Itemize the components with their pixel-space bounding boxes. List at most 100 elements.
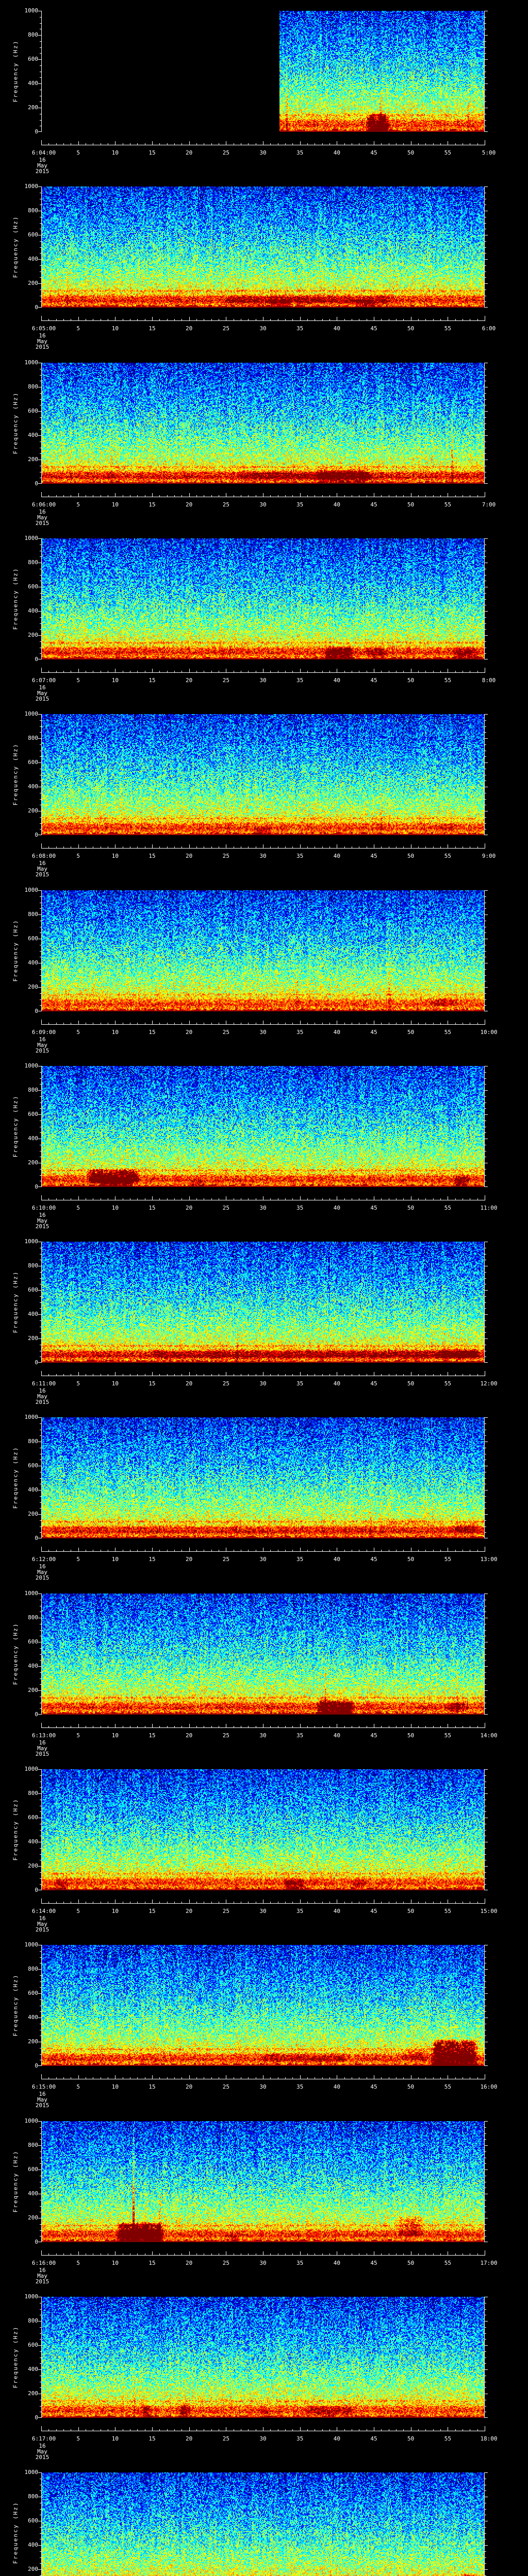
x-tick-mark xyxy=(307,1198,308,1200)
x-tick-mark xyxy=(292,1902,293,1903)
y-tick-mark xyxy=(40,896,41,897)
x-tick-mark xyxy=(440,1550,441,1551)
x-tick-mark xyxy=(455,319,456,320)
x-tick-mark xyxy=(270,1550,271,1551)
y-tick-mark xyxy=(40,1854,41,1855)
y-tick-mark xyxy=(38,283,41,284)
y-tick-mark xyxy=(485,120,486,121)
x-tick-mark xyxy=(63,1374,64,1376)
y-tick-mark xyxy=(485,2011,486,2012)
x-tick-label: 10 xyxy=(111,325,119,332)
x-tick-mark xyxy=(248,1023,249,1024)
y-tick-mark xyxy=(485,1096,486,1097)
y-tick-mark xyxy=(40,2490,41,2491)
spectrogram-panel: Frequency (Hz) 0 200 400 600 800 1000 6:12:00… xyxy=(0,1414,528,1593)
x-tick-mark xyxy=(137,1374,138,1376)
y-tick-mark xyxy=(485,1787,486,1788)
y-tick-mark xyxy=(40,2139,41,2140)
x-tick-mark xyxy=(477,2429,478,2431)
x-tick-mark xyxy=(307,1726,308,1727)
y-tick-mark xyxy=(38,1090,41,1091)
x-tick-mark xyxy=(48,2253,49,2255)
y-tick-mark xyxy=(485,2569,488,2570)
y-tick-mark xyxy=(40,1775,41,1776)
y-tick-mark xyxy=(40,1435,41,1436)
y-tick-mark xyxy=(485,556,486,557)
y-tick-mark xyxy=(485,2309,486,2310)
x-tick-label: 50 xyxy=(407,1556,415,1563)
y-tick-mark xyxy=(485,101,486,102)
x-tick-label: 10 xyxy=(111,853,119,859)
y-tick-label: 400 xyxy=(28,2366,38,2372)
y-tick-mark xyxy=(485,307,488,308)
y-tick-mark xyxy=(40,247,41,248)
y-tick-mark xyxy=(485,2509,486,2510)
x-tick-mark xyxy=(270,319,271,320)
x-tick-mark xyxy=(48,1550,49,1551)
spectrogram-plot xyxy=(41,1417,485,1538)
x-tick-mark xyxy=(381,143,382,145)
y-tick-mark xyxy=(485,1508,486,1509)
x-tick-mark xyxy=(41,492,42,497)
x-tick-mark xyxy=(167,2429,168,2431)
y-tick-label: 600 xyxy=(28,231,38,238)
x-tick-label: 45 xyxy=(370,677,377,684)
spectrogram-stack: Frequency (Hz) 0 200 400 600 800 1000 6:04:00… xyxy=(0,0,528,2576)
spectrogram-plot xyxy=(41,363,485,484)
y-axis-title: Frequency (Hz) xyxy=(12,2326,19,2388)
x-tick-mark xyxy=(307,319,308,320)
x-tick-mark xyxy=(159,1374,160,1376)
x-tick-mark xyxy=(167,495,168,497)
x-tick-label: 30 xyxy=(259,2260,267,2266)
date-line: 2015 xyxy=(35,1574,50,1581)
x-tick-label: 45 xyxy=(370,149,377,156)
spectrogram-panel: Frequency (Hz) 0 200 400 600 800 1000 6:17:00… xyxy=(0,2294,528,2472)
x-tick-mark xyxy=(300,2075,301,2079)
y-tick-mark xyxy=(485,77,486,78)
x-tick-mark xyxy=(41,1723,42,1727)
x-tick-label: 5 xyxy=(76,677,80,684)
y-tick-mark xyxy=(485,2139,486,2140)
x-tick-mark xyxy=(56,2253,57,2255)
x-tick-mark xyxy=(455,1023,456,1024)
y-tick-mark xyxy=(40,1296,41,1297)
x-tick-label: 55 xyxy=(444,1029,451,1036)
x-tick-mark xyxy=(159,2429,160,2431)
y-tick-label: 600 xyxy=(28,1286,38,1293)
x-tick-mark xyxy=(285,2253,286,2255)
x-tick-label: 45 xyxy=(370,1029,377,1036)
y-tick-mark xyxy=(485,1848,486,1849)
x-tick-mark xyxy=(48,846,49,848)
x-tick-mark xyxy=(300,1724,301,1727)
x-tick-mark xyxy=(418,319,419,320)
y-tick-mark xyxy=(485,823,486,824)
x-tick-mark xyxy=(78,317,79,320)
y-tick-label: 800 xyxy=(28,1614,38,1621)
x-tick-mark xyxy=(196,846,197,848)
x-tick-mark xyxy=(196,1726,197,1727)
x-tick-mark xyxy=(396,1374,397,1376)
y-tick-label: 600 xyxy=(28,56,38,62)
x-tick-mark xyxy=(63,143,64,145)
y-tick-mark xyxy=(38,1714,41,1715)
x-end-label: 10:00 xyxy=(480,1029,498,1036)
spectrogram-panel: Frequency (Hz) 0 200 400 600 800 1000 6:09:00… xyxy=(0,887,528,1066)
x-tick-mark xyxy=(440,1726,441,1727)
y-tick-label: 400 xyxy=(28,2014,38,2021)
y-tick-mark xyxy=(38,59,41,60)
x-tick-mark xyxy=(196,2077,197,2079)
x-tick-mark xyxy=(196,2253,197,2255)
y-tick-label: 0 xyxy=(35,2239,38,2245)
y-tick-mark xyxy=(485,1987,486,1988)
y-tick-mark xyxy=(485,720,486,721)
y-tick-mark xyxy=(485,1108,486,1109)
x-tick-label: 10 xyxy=(111,2260,119,2266)
y-tick-mark xyxy=(485,969,486,970)
spectrogram-panel: Frequency (Hz) 0 200 400 600 800 1000 6:07:00… xyxy=(0,535,528,714)
y-tick-label: 1000 xyxy=(24,183,39,190)
y-tick-mark xyxy=(38,914,41,915)
x-tick-mark xyxy=(322,1374,323,1376)
x-tick-mark xyxy=(48,495,49,497)
y-axis-title: Frequency (Hz) xyxy=(12,1270,19,1333)
spectrogram-plot xyxy=(41,1769,485,1890)
